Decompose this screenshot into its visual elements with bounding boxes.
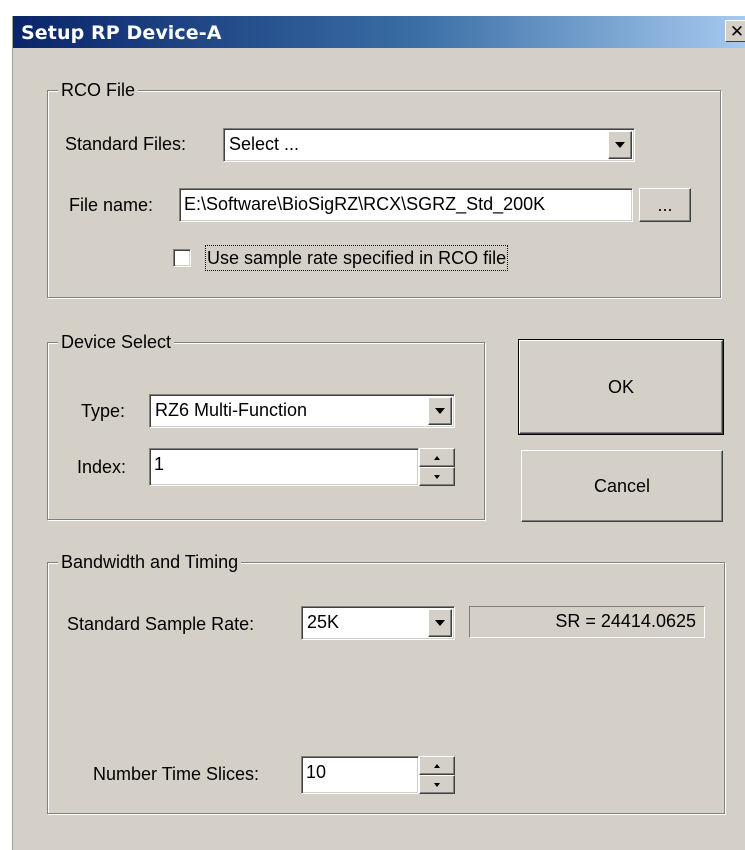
sample-rate-readout: SR = 24414.0625 [469, 606, 705, 638]
ok-button[interactable]: OK [518, 339, 724, 435]
device-select-group: Device Select [47, 331, 485, 520]
close-button[interactable]: ✕ [725, 20, 745, 42]
index-spin-down[interactable] [419, 467, 455, 486]
spin-down-icon [434, 782, 440, 787]
index-label: Index: [77, 457, 127, 477]
device-type-value: RZ6 Multi-Function [155, 400, 308, 420]
time-slices-value: 10 [306, 762, 327, 782]
standard-files-value: Select ... [229, 134, 300, 154]
browse-label: ... [657, 194, 673, 215]
chevron-down-icon [615, 142, 625, 148]
standard-files-dropdown-button[interactable] [608, 131, 632, 159]
spin-down-icon [434, 474, 440, 479]
close-icon: ✕ [729, 21, 745, 41]
file-name-value: E:\Software\BioSigRZ\RCX\SGRZ_Std_200K [184, 194, 546, 214]
sample-rate-value: 25K [307, 612, 340, 632]
sr-readout-value: SR = 24414.0625 [555, 611, 696, 631]
device-type-dropdown[interactable]: RZ6 Multi-Function [149, 394, 455, 428]
standard-files-label: Standard Files: [65, 134, 187, 154]
bandwidth-timing-group-label: Bandwidth and Timing [58, 551, 242, 573]
index-spin-up[interactable] [419, 448, 455, 467]
device-type-dropdown-button[interactable] [428, 397, 452, 425]
file-name-label: File name: [69, 195, 154, 215]
spin-up-icon [434, 763, 440, 768]
sample-rate-label: Standard Sample Rate: [67, 614, 255, 634]
time-slices-spin-up[interactable] [419, 756, 455, 775]
cancel-button[interactable]: Cancel [521, 450, 723, 522]
file-name-input[interactable]: E:\Software\BioSigRZ\RCX\SGRZ_Std_200K [179, 188, 633, 222]
ok-label: OK [607, 376, 634, 397]
use-sample-rate-label[interactable]: Use sample rate specified in RCO file [204, 245, 509, 271]
sample-rate-dropdown-button[interactable] [428, 609, 452, 637]
rco-file-group-label: RCO File [58, 79, 139, 101]
cancel-label: Cancel [593, 475, 651, 496]
window-title: Setup RP Device-A [21, 22, 222, 44]
sample-rate-dropdown[interactable]: 25K [301, 606, 455, 640]
time-slices-input[interactable]: 10 [301, 756, 419, 794]
index-input[interactable]: 1 [149, 448, 419, 486]
device-select-group-label: Device Select [58, 331, 175, 353]
chevron-down-icon [435, 408, 445, 414]
browse-button[interactable]: ... [639, 188, 691, 222]
time-slices-spin-down[interactable] [419, 775, 455, 794]
time-slices-label: Number Time Slices: [93, 764, 260, 784]
standard-files-dropdown[interactable]: Select ... [223, 128, 635, 162]
index-value: 1 [154, 454, 165, 474]
chevron-down-icon [435, 620, 445, 626]
type-label: Type: [81, 401, 126, 421]
setup-dialog: Setup RP Device-A ✕ RCO File Standard Fi… [12, 16, 745, 850]
title-bar[interactable]: Setup RP Device-A ✕ [13, 16, 745, 48]
use-sample-rate-checkbox[interactable] [173, 249, 191, 267]
spin-up-icon [434, 455, 440, 460]
